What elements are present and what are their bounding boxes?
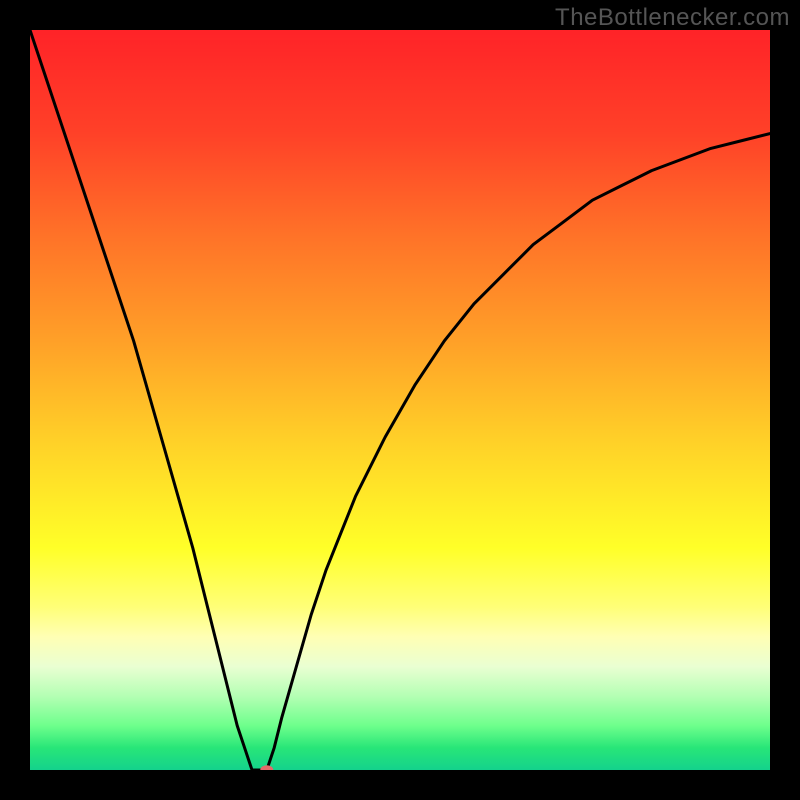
chart-stage: TheBottlenecker.com — [0, 0, 800, 800]
chart-background — [30, 30, 770, 770]
watermark-text: TheBottlenecker.com — [555, 4, 790, 32]
chart-svg — [30, 30, 770, 770]
